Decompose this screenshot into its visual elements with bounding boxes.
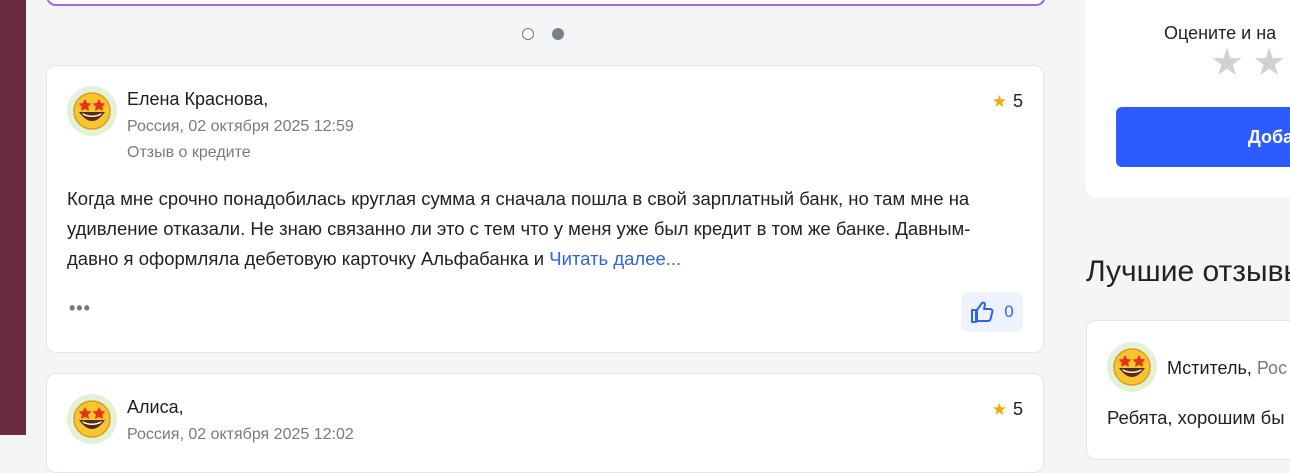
star-struck-emoji-icon xyxy=(1113,348,1151,386)
review-kind: Отзыв о кредите xyxy=(127,144,251,161)
rate-label: Оцените и на xyxy=(1164,23,1277,43)
rating-value: 5 xyxy=(1012,399,1023,419)
review-location-date: Россия, 02 октября 2025 12:02 xyxy=(127,426,354,443)
avatar xyxy=(67,86,117,136)
review-card: Алиса, Россия, 02 октября 2025 12:02 ★ 5 xyxy=(46,373,1044,473)
like-count: 0 xyxy=(1004,302,1014,321)
review-rating: ★ 5 xyxy=(992,91,1023,112)
best-review-author: Мститель, Рос xyxy=(1167,358,1287,379)
review-text: Когда мне срочно понадобилась круглая су… xyxy=(67,184,1017,274)
review-location-date: Россия, 02 октября 2025 12:59 xyxy=(127,118,354,135)
review-author: Алиса, xyxy=(127,397,184,417)
more-options-button[interactable]: ••• xyxy=(69,298,91,319)
like-button[interactable]: 0 xyxy=(961,292,1023,332)
rate-widget: Оцените и на ★ ★ Доба xyxy=(1086,0,1290,198)
rate-star-1[interactable]: ★ xyxy=(1210,44,1244,82)
best-reviews-title: Лучшие отзывы xyxy=(1086,255,1290,288)
best-review-location: Рос xyxy=(1256,358,1288,378)
star-struck-emoji-icon xyxy=(73,92,111,130)
avatar xyxy=(1107,342,1157,392)
thumbs-up-icon xyxy=(971,301,994,323)
star-struck-emoji-icon xyxy=(73,400,111,438)
best-review-author-name: Мститель, xyxy=(1167,358,1257,378)
review-author: Елена Краснова, xyxy=(127,89,269,109)
carousel-dot-2-active[interactable] xyxy=(552,28,564,40)
rating-value: 5 xyxy=(1012,91,1023,111)
review-card: Елена Краснова, Россия, 02 октября 2025 … xyxy=(46,65,1044,353)
review-text-body: Когда мне срочно понадобилась круглая су… xyxy=(67,188,971,269)
rate-stars: ★ ★ xyxy=(1210,44,1286,82)
avatar xyxy=(67,394,117,444)
read-more-link[interactable]: Читать далее... xyxy=(549,248,681,269)
left-strip xyxy=(0,0,26,435)
star-icon: ★ xyxy=(991,399,1007,419)
carousel-dot-1[interactable] xyxy=(522,28,534,40)
review-rating: ★ 5 xyxy=(992,399,1023,420)
add-review-button[interactable]: Доба xyxy=(1116,107,1290,167)
best-review-text: Ребята, хорошим бы xyxy=(1107,407,1285,428)
rate-star-2[interactable]: ★ xyxy=(1252,44,1286,82)
carousel-pagination xyxy=(522,28,564,42)
best-review-card: Мститель, Рос Ребята, хорошим бы xyxy=(1086,320,1290,460)
carousel-card-bottom xyxy=(46,0,1046,6)
star-icon: ★ xyxy=(991,91,1007,111)
